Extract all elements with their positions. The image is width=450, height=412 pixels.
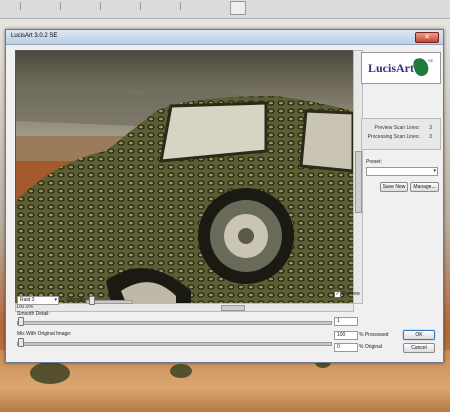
close-icon: ✕ [424,34,430,41]
lucisart-logo: LucisArt SE [361,52,441,84]
checkmark-icon: ✓ [335,291,340,297]
mix-slider[interactable] [17,342,332,346]
smooth-detail-input[interactable]: 1 [334,317,358,326]
preview-label: Preview [342,291,360,297]
manage-button[interactable]: Manage... [410,182,439,192]
mix-slider-thumb[interactable] [18,338,24,347]
host-app-toolbar [0,0,450,19]
original-label: % Original [359,344,383,350]
chevron-down-icon: ▾ [433,168,436,174]
preview-scan-lines: Preview Scan Lines: 3 [374,125,432,131]
preview-horizontal-scrollbar[interactable] [15,303,354,312]
smooth-detail-slider-thumb[interactable] [18,317,24,326]
close-button[interactable]: ✕ [415,32,439,43]
original-input[interactable]: 0 [334,343,358,352]
preview-image[interactable] [15,50,354,304]
strength-label: Strength: [66,297,87,303]
mode-select[interactable]: Raid 3 ▾ [17,296,59,305]
car-photo-icon [16,51,353,303]
save-new-button[interactable]: Save New [380,182,408,192]
preset-dropdown[interactable]: ▾ [366,167,438,176]
preview-vertical-scrollbar[interactable] [353,50,363,304]
mix-label: Mix With Original Image: [17,331,72,337]
scan-lines-panel: Preview Scan Lines: 3 Processing Scan Li… [361,118,441,150]
scrollbar-thumb[interactable] [355,151,362,213]
dialog-title: LucisArt 3.0.2 SE [11,33,58,39]
preview-checkbox[interactable]: ✓ [334,291,341,298]
processed-label: % Processed [359,332,389,338]
chevron-down-icon: ▾ [54,297,57,303]
smooth-detail-slider[interactable] [17,321,332,325]
lucisart-dialog: LucisArt 3.0.2 SE ✕ 100.0% LucisArt SE P… [5,29,444,363]
preset-label: Preset: [366,159,382,165]
scrollbar-thumb[interactable] [221,305,245,311]
toolbar-control[interactable] [230,1,246,15]
ok-button[interactable]: OK [403,330,435,340]
processing-scan-lines: Processing Scan Lines: 3 [367,134,432,140]
cancel-button[interactable]: Cancel [403,343,435,353]
processed-input[interactable]: 100 [334,331,358,340]
dialog-titlebar: LucisArt 3.0.2 SE ✕ [6,30,443,45]
strength-slider-thumb[interactable] [89,296,95,305]
